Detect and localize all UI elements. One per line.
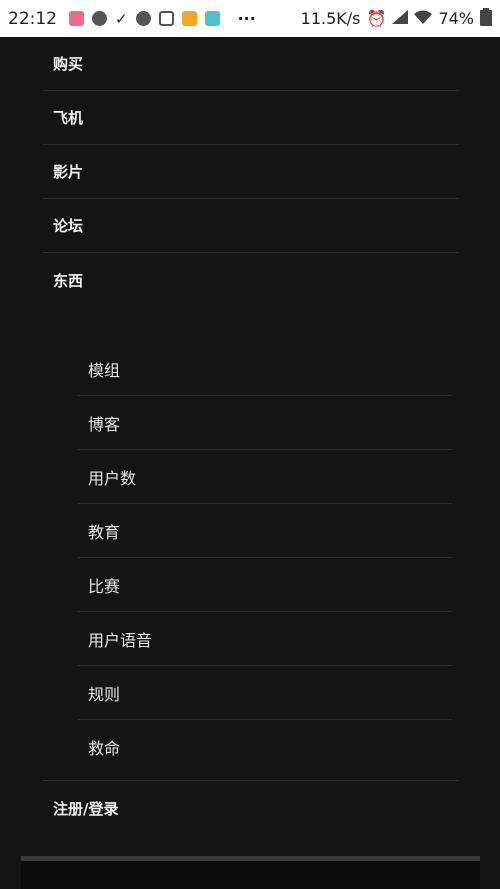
wifi-icon — [414, 9, 433, 28]
stuff-submenu: 模组 博客 用户数 教育 比赛 用户语音 规则 救命 — [78, 342, 452, 774]
submenu-item-label: 模组 — [88, 360, 121, 380]
status-time: 22:12 — [8, 8, 57, 29]
submenu-item-label: 用户数 — [88, 468, 137, 488]
login-register-link[interactable]: 注册/登录 — [43, 781, 459, 835]
menu-item-label: 影片 — [53, 163, 84, 181]
menu-item-forum[interactable]: 论坛 — [43, 199, 459, 253]
battery-level: 74% — [438, 9, 474, 28]
shop-icon — [69, 11, 84, 26]
submenu-item-rules[interactable]: 规则 — [78, 666, 452, 720]
status-bar: 22:12 ✓ ··· 11.5K/s ⏰ 74% — [0, 0, 500, 37]
submenu-item-label: 规则 — [88, 684, 121, 704]
download-done-icon: ✓ — [115, 9, 128, 28]
navigation-drawer: 购买 飞机 影片 论坛 东西 模组 博客 用户数 教育 比赛 用户语音 规则 救… — [0, 37, 500, 889]
menu-item-label: 东西 — [53, 271, 84, 290]
orange-app-icon — [181, 11, 197, 26]
menu-item-label: 论坛 — [53, 217, 84, 235]
alarm-icon: ⏰ — [366, 9, 387, 28]
submenu-item-label: 博客 — [88, 414, 121, 434]
submenu-item-education[interactable]: 教育 — [78, 504, 452, 558]
more-indicator: ··· — [237, 9, 256, 28]
menu-item-aircraft[interactable]: 飞机 — [43, 91, 459, 145]
submenu-item-blog[interactable]: 博客 — [78, 396, 452, 450]
submenu-item-label: 救命 — [88, 739, 121, 758]
teal-app-icon — [204, 11, 220, 26]
submenu-item-user-count[interactable]: 用户数 — [78, 450, 452, 504]
battery-icon — [480, 7, 492, 30]
alarm-face-icon — [158, 11, 174, 26]
submenu-item-user-voice[interactable]: 用户语音 — [78, 612, 452, 666]
menu-item-buy[interactable]: 购买 — [43, 37, 459, 91]
wechat-icon — [135, 11, 151, 26]
submenu-item-mods[interactable]: 模组 — [78, 342, 452, 396]
menu-item-label: 飞机 — [53, 109, 84, 127]
menu-item-label: 购买 — [53, 55, 84, 73]
bottom-bar — [21, 856, 480, 889]
network-speed: 11.5K/s — [300, 9, 361, 28]
submenu-item-label: 比赛 — [88, 576, 121, 596]
submenu-item-label: 用户语音 — [88, 630, 153, 650]
menu-item-videos[interactable]: 影片 — [43, 145, 459, 199]
submenu-item-help[interactable]: 救命 — [78, 720, 452, 774]
main-menu: 购买 飞机 影片 论坛 东西 — [43, 37, 459, 307]
submenu-item-label: 教育 — [88, 522, 121, 542]
wechat-icon — [92, 11, 107, 26]
menu-item-stuff[interactable]: 东西 — [43, 253, 459, 307]
signal-icon — [392, 9, 409, 28]
login-register-label: 注册/登录 — [53, 799, 119, 818]
submenu-item-contest[interactable]: 比赛 — [78, 558, 452, 612]
